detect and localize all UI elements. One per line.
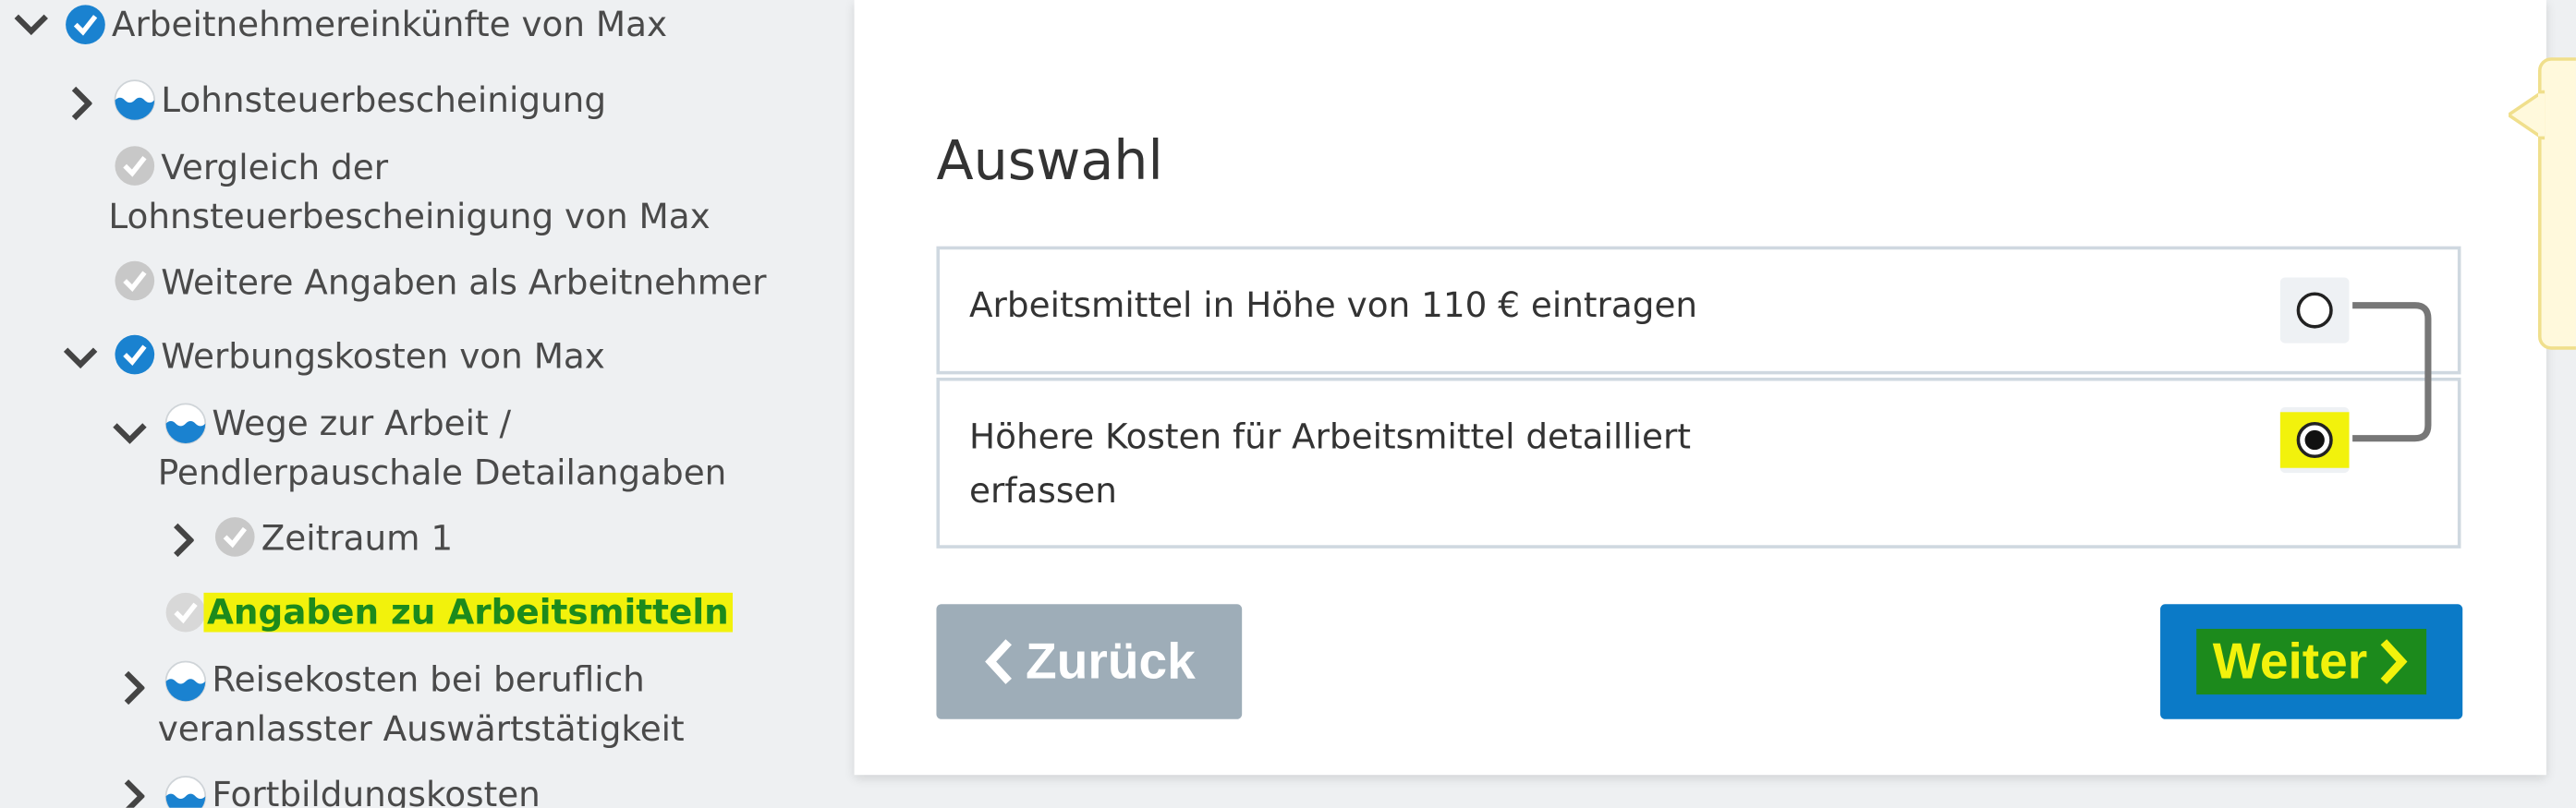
half-filled-circle-icon [164, 775, 207, 808]
option-row-pauschal[interactable]: Arbeitsmittel in Höhe von 110 € eintrage… [936, 246, 2461, 375]
sidebar-item-label: Werbungskosten von Max [161, 336, 605, 377]
chevron-down-icon[interactable] [112, 420, 147, 444]
sidebar-item-werbungskosten[interactable]: Werbungskosten von Max [161, 332, 605, 380]
next-button-label: Weiter [2212, 632, 2368, 690]
sidebar-item-weitere-angaben[interactable]: Weitere Angaben als Arbeitnehmer [161, 258, 766, 307]
main-panel: Auswahl Arbeitsmittel in Höhe von 110 € … [854, 0, 2546, 776]
sidebar-item-reisekosten-line2[interactable]: veranlasster Auswärtstätigkeit [158, 705, 685, 754]
chevron-right-icon[interactable] [171, 522, 194, 558]
check-circle-gray-icon [164, 591, 207, 633]
tooltip-arrow-icon [2509, 90, 2546, 140]
option-label-line2: erfassen [969, 471, 1117, 511]
half-filled-circle-icon [164, 403, 207, 445]
check-circle-gray-icon [114, 144, 156, 187]
chevron-down-icon[interactable] [13, 11, 48, 36]
radio-circle-selected[interactable] [2296, 421, 2333, 459]
sidebar-item-lohnsteuerbescheinigung[interactable]: Lohnsteuerbescheinigung [161, 76, 606, 125]
radio-highlight [2279, 412, 2350, 468]
chevron-right-icon [2377, 637, 2411, 686]
sidebar-item-label-line1: Wege zur Arbeit / [212, 404, 512, 444]
option-label: Arbeitsmittel in Höhe von 110 € eintrage… [969, 285, 1698, 326]
chevron-right-icon[interactable] [122, 669, 145, 705]
sidebar-item-zeitraum-1[interactable]: Zeitraum 1 [261, 514, 453, 563]
sidebar-item-label-line1: Reisekosten bei beruflich [212, 659, 645, 700]
check-circle-gray-icon [114, 259, 156, 302]
sidebar-item-reisekosten[interactable]: Reisekosten bei beruflich [212, 655, 644, 704]
sidebar-item-arbeitnehmereinkuenfte[interactable]: Arbeitnehmereinkünfte von Max [112, 0, 667, 49]
next-button[interactable]: Weiter [2160, 604, 2463, 719]
sidebar-item-label-line1: Vergleich der [161, 148, 389, 187]
option-row-detailliert[interactable]: Höhere Kosten für Arbeitsmittel detailli… [936, 377, 2461, 549]
half-filled-circle-icon [114, 78, 156, 121]
check-circle-gray-icon [213, 515, 256, 558]
radio-dot [2304, 429, 2325, 451]
chevron-right-icon[interactable] [69, 85, 92, 121]
sidebar-item-label: Arbeitnehmereinkünfte von Max [111, 5, 668, 45]
sidebar-item-label: Weitere Angaben als Arbeitnehmer [161, 262, 767, 303]
next-button-highlight: Weiter [2196, 628, 2427, 695]
check-circle-blue-icon [114, 333, 156, 376]
sidebar-item-label-active: Angaben zu Arbeitsmitteln [203, 592, 733, 633]
page-title: Auswahl [936, 127, 1163, 193]
half-filled-circle-icon [164, 660, 207, 703]
sidebar-item-wege-zur-arbeit[interactable]: Wege zur Arbeit / [212, 399, 511, 448]
sidebar-item-label-line2: Pendlerpauschale Detailangaben [157, 452, 727, 493]
sidebar-item-label-line2: Lohnsteuerbescheinigung von Max [108, 197, 711, 237]
sidebar-item-vergleich-line2[interactable]: Lohnsteuerbescheinigung von Max [108, 192, 710, 241]
back-button[interactable]: Zurück [936, 604, 1243, 719]
sidebar-item-label-line2: veranlasster Auswärtstätigkeit [157, 709, 685, 749]
sidebar-tree: Arbeitnehmereinkünfte von Max Lohnsteuer… [0, 0, 855, 808]
radio-detailliert[interactable] [2279, 406, 2350, 474]
back-button-label: Zurück [1026, 632, 1196, 690]
option-label-line1: Höhere Kosten für Arbeitsmittel detailli… [969, 416, 1691, 457]
chevron-right-icon[interactable] [122, 778, 145, 808]
check-circle-blue-icon [64, 4, 106, 46]
connector-line [2352, 302, 2432, 442]
chevron-down-icon[interactable] [63, 344, 98, 369]
sidebar-item-label: Zeitraum 1 [261, 518, 454, 559]
sidebar-item-fortbildungskosten[interactable]: Fortbildungskosten [212, 770, 540, 808]
sidebar-item-label: Lohnsteuerbescheinigung [161, 80, 607, 120]
radio-circle[interactable] [2296, 292, 2333, 329]
sidebar-item-wege-zur-arbeit-line2[interactable]: Pendlerpauschale Detailangaben [158, 448, 727, 497]
sidebar-item-vergleich[interactable]: Vergleich der [161, 143, 388, 192]
sidebar-item-angaben-arbeitsmitteln[interactable]: Angaben zu Arbeitsmitteln [203, 588, 733, 637]
sidebar-item-label: Fortbildungskosten [212, 775, 541, 808]
chevron-left-icon [983, 637, 1016, 686]
radio-pauschal[interactable] [2279, 277, 2350, 344]
